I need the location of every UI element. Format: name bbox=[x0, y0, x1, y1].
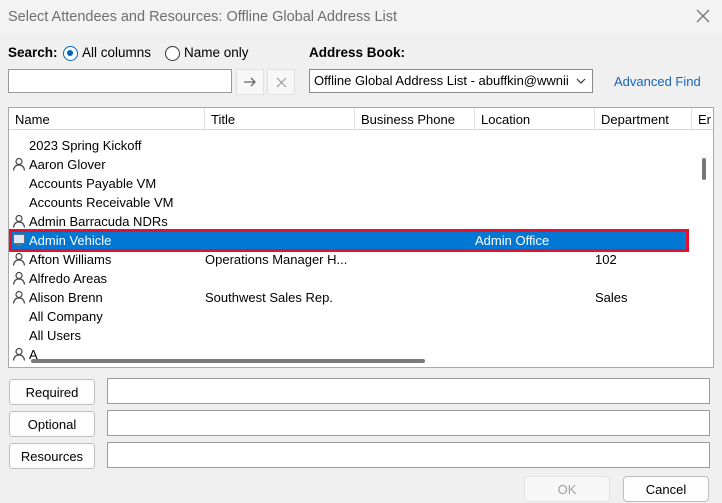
table-row[interactable]: Aaron Glover bbox=[9, 155, 689, 174]
column-header-location[interactable]: Location bbox=[475, 108, 595, 130]
column-header-title[interactable]: Title bbox=[205, 108, 355, 130]
go-button[interactable] bbox=[236, 69, 264, 95]
vertical-scroll-thumb[interactable] bbox=[702, 158, 706, 180]
title-bar: Select Attendees and Resources: Offline … bbox=[0, 0, 722, 34]
name-only-label[interactable]: Name only bbox=[184, 45, 249, 60]
table-row[interactable]: All Company bbox=[9, 307, 689, 326]
cell-name: Admin Vehicle bbox=[29, 233, 112, 248]
resource-icon bbox=[13, 234, 25, 246]
cell-name: All Users bbox=[29, 328, 82, 343]
name-only-radio[interactable] bbox=[165, 46, 180, 61]
required-button[interactable]: Required bbox=[9, 379, 95, 405]
table-row[interactable]: Afton Williams Operations Manager H... 102 bbox=[9, 250, 689, 269]
all-columns-label[interactable]: All columns bbox=[82, 45, 151, 60]
arrow-right-icon bbox=[244, 77, 256, 87]
cancel-button[interactable]: Cancel bbox=[623, 476, 709, 502]
table-row[interactable]: 2023 Spring Kickoff bbox=[9, 136, 689, 155]
column-header-email[interactable]: Er bbox=[692, 108, 713, 130]
table-row[interactable]: Accounts Payable VM bbox=[9, 174, 689, 193]
search-label: Search: bbox=[8, 45, 58, 60]
close-icon[interactable] bbox=[694, 7, 712, 25]
required-field[interactable] bbox=[107, 378, 710, 404]
table-row[interactable]: All Users bbox=[9, 326, 689, 345]
window-title: Select Attendees and Resources: Offline … bbox=[8, 9, 398, 25]
person-icon bbox=[12, 290, 26, 304]
all-columns-radio[interactable] bbox=[63, 46, 78, 61]
clear-icon bbox=[276, 77, 286, 87]
column-header-department[interactable]: Department bbox=[595, 108, 692, 130]
cell-title: Southwest Sales Rep. bbox=[205, 290, 333, 305]
resources-field[interactable] bbox=[107, 442, 710, 468]
ok-button[interactable]: OK bbox=[524, 476, 610, 502]
search-input[interactable] bbox=[8, 69, 232, 93]
table-row[interactable]: Alfredo Areas bbox=[9, 269, 689, 288]
optional-field[interactable] bbox=[107, 410, 710, 436]
cell-name: Alison Brenn bbox=[29, 290, 103, 305]
list-header: Name Title Business Phone Location Depar… bbox=[9, 108, 713, 130]
table-row[interactable]: Admin Barracuda NDRs bbox=[9, 212, 689, 231]
resources-button[interactable]: Resources bbox=[9, 443, 95, 469]
column-header-name[interactable]: Name bbox=[9, 108, 205, 130]
advanced-find-link[interactable]: Advanced Find bbox=[614, 74, 701, 89]
column-header-business-phone[interactable]: Business Phone bbox=[355, 108, 475, 130]
person-icon bbox=[12, 157, 26, 171]
horizontal-scrollbar[interactable] bbox=[9, 353, 695, 367]
cell-location: Admin Office bbox=[475, 233, 550, 248]
vertical-scrollbar[interactable] bbox=[695, 131, 713, 354]
cell-name: Accounts Payable VM bbox=[29, 176, 157, 191]
address-book-value: Offline Global Address List - abuffkin@w… bbox=[314, 73, 569, 88]
cell-name: Aaron Glover bbox=[29, 157, 106, 172]
table-row-selected[interactable]: Admin Vehicle Admin Office bbox=[9, 231, 689, 250]
cell-name: Afton Williams bbox=[29, 252, 112, 267]
table-row[interactable]: Accounts Receivable VM bbox=[9, 193, 689, 212]
cell-department: 102 bbox=[595, 252, 617, 267]
cell-name: Admin Barracuda NDRs bbox=[29, 214, 168, 229]
clear-search-button[interactable] bbox=[267, 69, 295, 95]
cell-name: Alfredo Areas bbox=[29, 271, 108, 286]
address-list[interactable]: Name Title Business Phone Location Depar… bbox=[8, 107, 714, 368]
address-book-dropdown[interactable]: Offline Global Address List - abuffkin@w… bbox=[309, 69, 593, 93]
person-icon bbox=[12, 252, 26, 266]
cell-name: 2023 Spring Kickoff bbox=[29, 138, 142, 153]
cell-name: All Company bbox=[29, 309, 103, 324]
horizontal-scroll-thumb[interactable] bbox=[31, 359, 425, 363]
chevron-down-icon bbox=[576, 78, 586, 84]
cell-title: Operations Manager H... bbox=[205, 252, 348, 267]
cell-name: Accounts Receivable VM bbox=[29, 195, 174, 210]
address-book-label: Address Book: bbox=[309, 45, 406, 60]
person-icon bbox=[12, 271, 26, 285]
table-row[interactable]: Alison Brenn Southwest Sales Rep. Sales bbox=[9, 288, 689, 307]
optional-button[interactable]: Optional bbox=[9, 411, 95, 437]
cell-department: Sales bbox=[595, 290, 628, 305]
person-icon bbox=[12, 214, 26, 228]
